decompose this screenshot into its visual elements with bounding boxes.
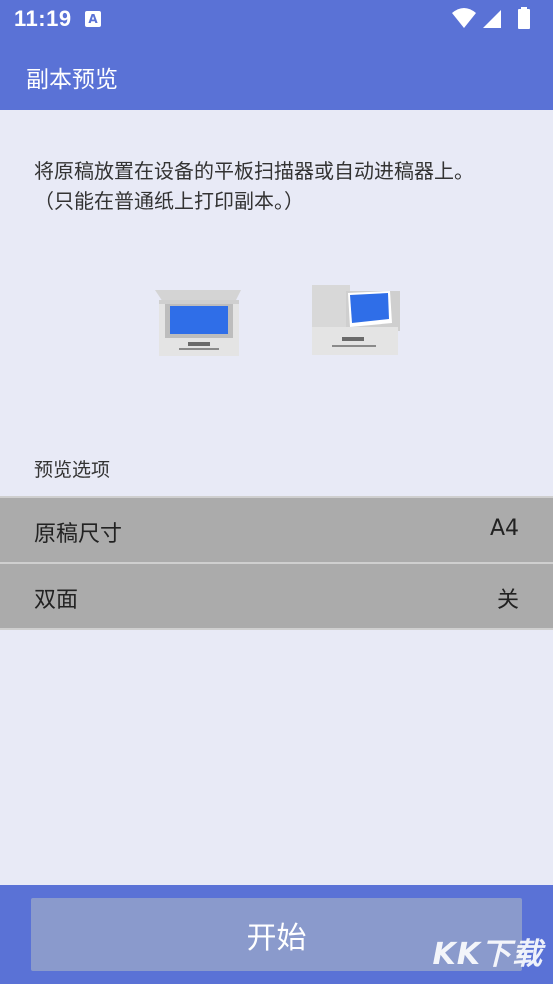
battery-icon	[518, 7, 530, 29]
divider	[0, 628, 553, 630]
option-label: 原稿尺寸	[34, 522, 123, 547]
option-row-original-size[interactable]: 原稿尺寸 A4	[0, 496, 553, 562]
option-value: 关	[496, 588, 519, 613]
flatbed-scanner-icon	[155, 290, 241, 356]
option-label: 双面	[34, 588, 79, 613]
instructions-text: 将原稿放置在设备的平板扫描器或自动进稿器上。 （只能在普通纸上打印副本。）	[34, 156, 534, 216]
notification-a-label: A	[88, 12, 98, 26]
watermark-logo: KK下载	[432, 937, 543, 972]
page-title: 副本预览	[26, 67, 118, 93]
wifi-icon	[452, 8, 476, 28]
status-time: 11:19	[14, 6, 72, 31]
preview-options-label: 预览选项	[34, 459, 111, 481]
app-bar: 副本预览	[0, 37, 553, 110]
option-value: A4	[489, 516, 519, 541]
notification-a-icon: A	[85, 11, 101, 27]
instructions-line-1: 将原稿放置在设备的平板扫描器或自动进稿器上。	[34, 159, 474, 183]
option-row-duplex[interactable]: 双面 关	[0, 562, 553, 628]
signal-icon	[483, 10, 501, 28]
instructions-line-2: （只能在普通纸上打印副本。）	[34, 189, 304, 213]
bottom-bar: 开始 KK下载	[0, 885, 553, 984]
adf-scanner-icon	[312, 285, 400, 355]
status-bar: 11:19 A	[0, 0, 553, 37]
